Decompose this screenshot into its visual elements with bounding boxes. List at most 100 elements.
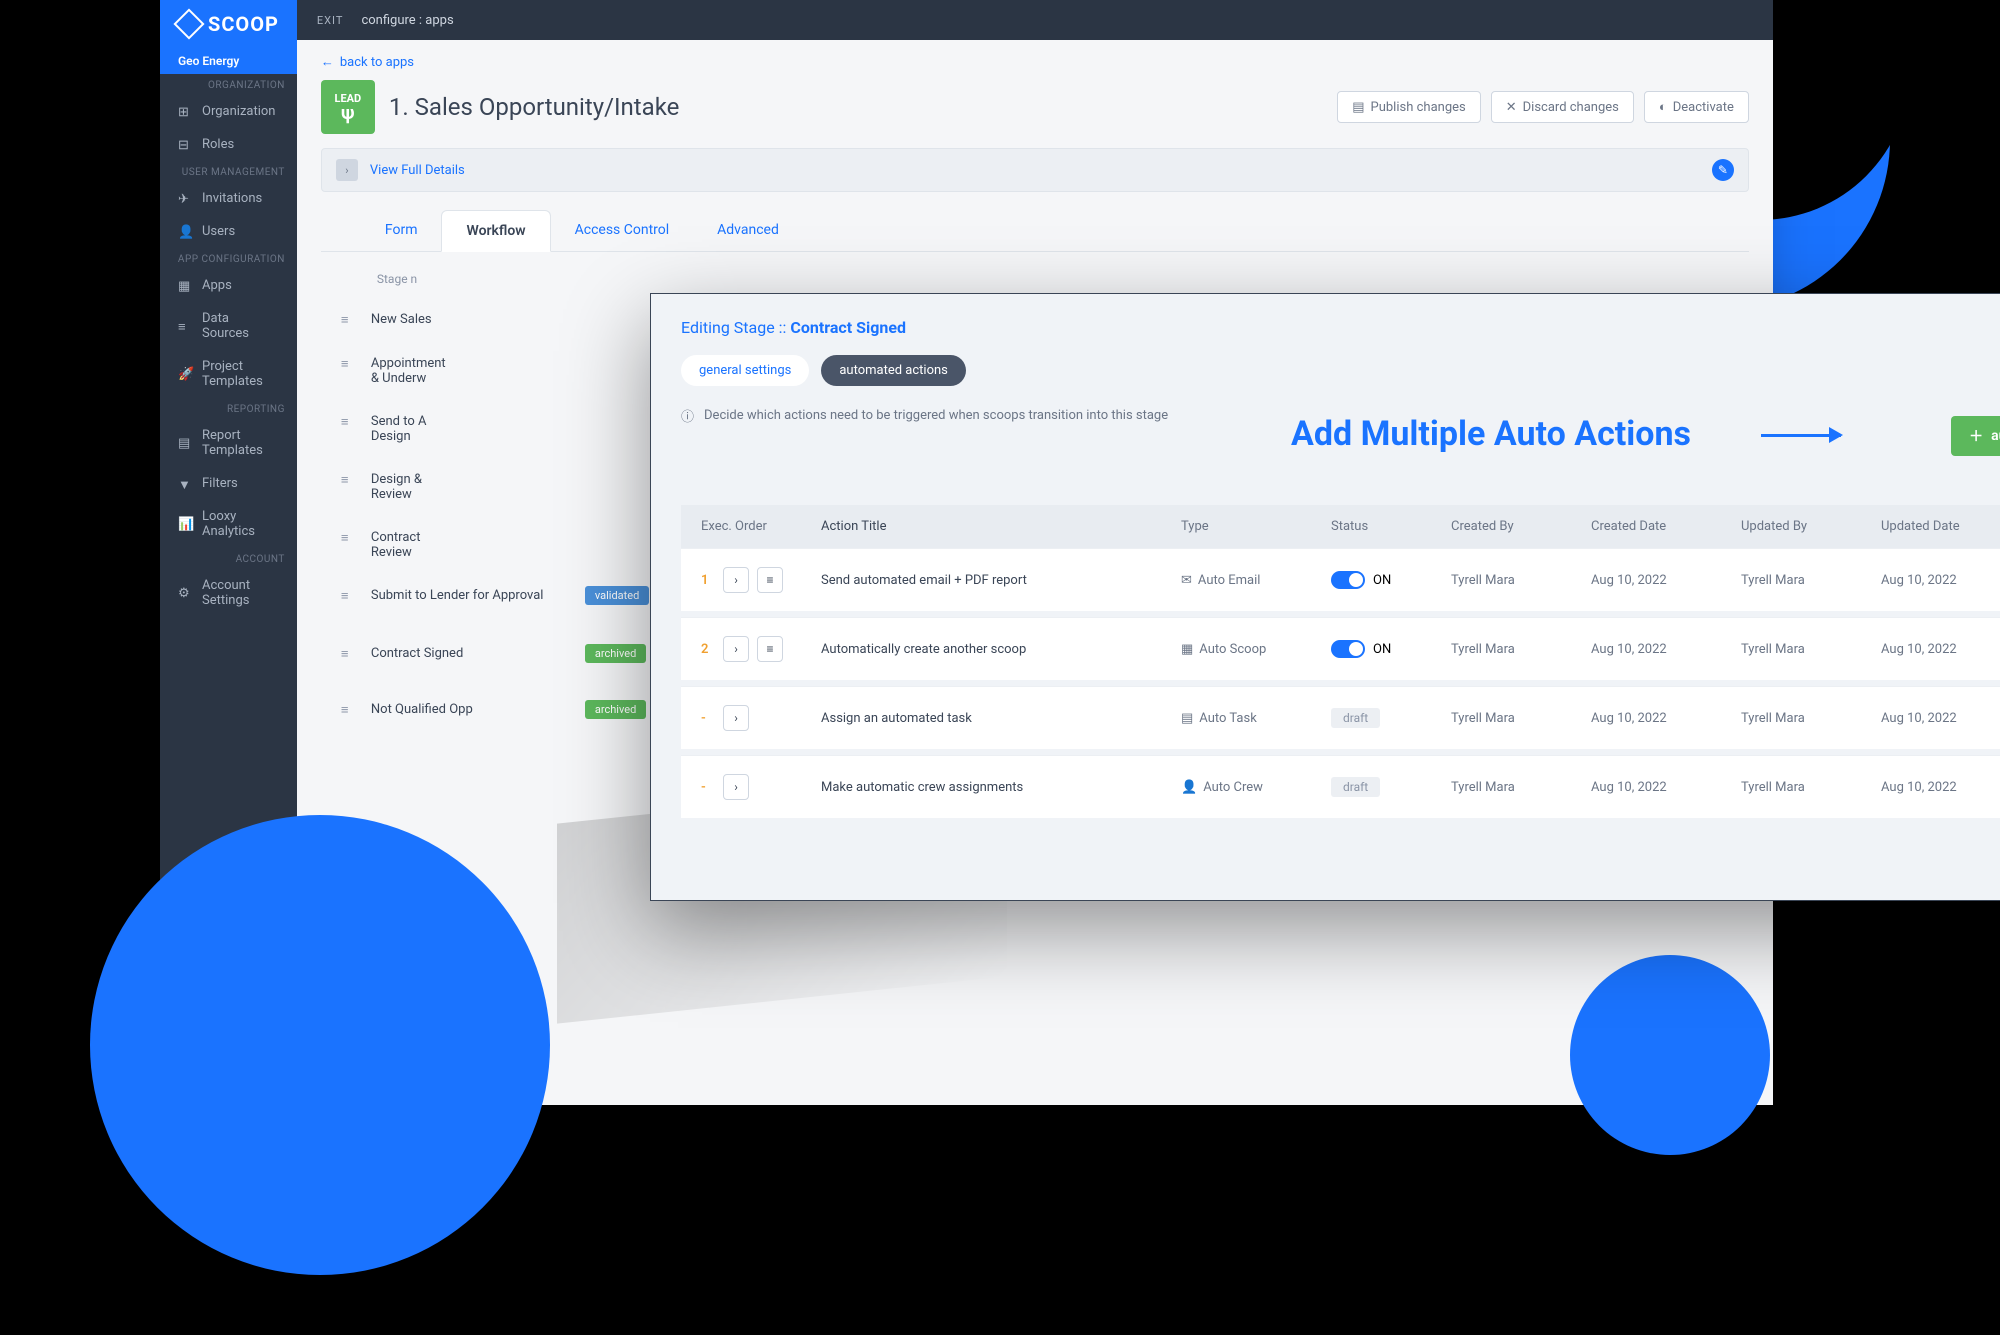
breadcrumb: configure : apps [361,13,453,28]
nav-section-label: APP CONFIGURATION [160,248,297,269]
exec-order: - [701,780,715,795]
report-icon: ▤ [178,436,192,450]
add-auto-action-button[interactable]: ＋ auto action ⌄ [1951,416,2000,456]
drag-icon[interactable]: ≡ [341,312,357,328]
tab-access-control[interactable]: Access Control [551,210,694,251]
action-row: 2›≡Automatically create another scoop▦Au… [681,617,2000,686]
drag-icon[interactable]: ≡ [341,356,357,372]
sidebar-item-label: Looxy Analytics [202,509,279,539]
created-date: Aug 10, 2022 [1591,711,1741,726]
status-toggle[interactable] [1331,571,1365,589]
sidebar-item-looxy-analytics[interactable]: 📊 Looxy Analytics [160,500,297,548]
exec-order: - [701,711,715,726]
drag-icon[interactable]: ≡ [341,530,357,546]
sidebar-item-label: Data Sources [202,311,279,341]
drag-icon[interactable]: ≡ [341,702,357,718]
action-row: 1›≡Send automated email + PDF report✉Aut… [681,548,2000,617]
updated-by: Tyrell Mara [1741,711,1881,726]
deactivate-button[interactable]: ◐Deactivate [1644,91,1749,123]
sidebar-item-users[interactable]: 👤Users [160,215,297,248]
sidebar-item-label: Invitations [202,191,262,206]
close-icon: ✕ [1506,100,1517,115]
tab-form[interactable]: Form [361,210,442,251]
mail-icon: ✉ [1181,573,1192,588]
topbar: EXIT configure : apps [297,0,1773,40]
menu-button[interactable]: ≡ [757,567,783,593]
logo[interactable]: SCOOP [160,0,297,48]
stage-name: New Sales [371,312,571,327]
sidebar-item-label: Account Settings [202,578,279,608]
expand-button[interactable]: › [723,567,749,593]
stage-name: Contract Signed [371,646,571,661]
edit-stage-modal: ✕ Editing Stage :: Contract Signed gener… [650,293,2000,901]
back-link[interactable]: ← back to apps [321,54,1749,70]
brand-text: SCOOP [208,12,279,36]
sidebar-item-roles[interactable]: ⊟ Roles [160,128,297,161]
expand-button[interactable]: › [723,636,749,662]
analytics-icon: 📊 [178,517,192,531]
sidebar-item-data-sources[interactable]: ≡ Data Sources [160,302,297,350]
exec-order: 1 [701,573,715,588]
expand-button[interactable]: › [723,774,749,800]
view-details-link[interactable]: View Full Details [370,163,465,178]
data-icon: ≡ [178,319,192,333]
drag-icon[interactable]: ≡ [341,472,357,488]
org-icon: ⊞ [178,105,192,119]
status-toggle[interactable] [1331,640,1365,658]
detail-bar: › View Full Details ✎ [321,148,1749,192]
stage-name: ContractReview [371,530,571,560]
roles-icon: ⊟ [178,138,192,152]
invite-icon: ✈ [178,192,192,206]
drag-icon[interactable]: ≡ [341,646,357,662]
draft-pill: draft [1331,708,1380,728]
sidebar-item-account-settings[interactable]: ⚙Account Settings [160,569,297,617]
tab-advanced[interactable]: Advanced [693,210,803,251]
org-name[interactable]: Geo Energy [160,48,297,74]
logo-icon [173,8,204,39]
publish-button[interactable]: ▤Publish changes [1337,91,1481,123]
expand-button[interactable]: › [723,705,749,731]
user-icon: 👤 [178,225,192,239]
status-pill: archived [585,700,646,719]
exit-link[interactable]: EXIT [317,14,344,27]
sidebar-item-organization[interactable]: ⊞ Organization [160,95,297,128]
nav-section-label: ORGANIZATION [160,74,297,95]
lead-badge: LEAD ѱ [321,80,375,134]
nav-section-label: ACCOUNT [160,548,297,569]
sidebar-item-filters[interactable]: ▼Filters [160,467,297,500]
updated-date: Aug 10, 2022 [1881,711,2000,726]
sidebar-item-label: Roles [202,137,234,152]
sub-tab-automated-actions[interactable]: automated actions [821,355,966,386]
discard-button[interactable]: ✕Discard changes [1491,91,1634,123]
updated-date: Aug 10, 2022 [1881,780,2000,795]
drag-icon[interactable]: ≡ [341,588,357,604]
expand-details-button[interactable]: › [336,159,358,181]
created-date: Aug 10, 2022 [1591,642,1741,657]
sidebar-item-report-templates[interactable]: ▤Report Templates [160,419,297,467]
tab-workflow[interactable]: Workflow [441,210,550,252]
table-header: Exec. Order Action Title Type Status Cre… [681,505,2000,548]
page-header: LEAD ѱ 1. Sales Opportunity/Intake ▤Publ… [321,80,1749,134]
sidebar-item-project-templates[interactable]: 🚀Project Templates [160,350,297,398]
action-title: Automatically create another scoop [821,642,1181,657]
edit-button[interactable]: ✎ [1712,159,1734,181]
sub-tab-general-settings[interactable]: general settings [681,355,809,386]
drag-icon[interactable]: ≡ [341,414,357,430]
sidebar-item-apps[interactable]: ▦Apps [160,269,297,302]
tabs: FormWorkflowAccess ControlAdvanced [321,210,1749,252]
created-by: Tyrell Mara [1451,780,1591,795]
menu-button[interactable]: ≡ [757,636,783,662]
sidebar-item-invitations[interactable]: ✈ Invitations [160,182,297,215]
actions-table: Exec. Order Action Title Type Status Cre… [681,505,2000,824]
modal-sub-tabs: general settings automated actions [681,355,2000,386]
action-title: Send automated email + PDF report [821,573,1181,588]
info-row: ⓘ Decide which actions need to be trigge… [681,406,2000,425]
nav-section-label: REPORTING [160,398,297,419]
sidebar-item-label: Organization [202,104,275,119]
action-type: 👤Auto Crew [1181,780,1331,795]
status-label: ON [1373,642,1391,657]
grass-icon: ѱ [341,105,354,123]
stage-name: Design &Review [371,472,571,502]
nav-section-label: USER MANAGEMENT [160,161,297,182]
pencil-icon: ✎ [1718,163,1728,177]
